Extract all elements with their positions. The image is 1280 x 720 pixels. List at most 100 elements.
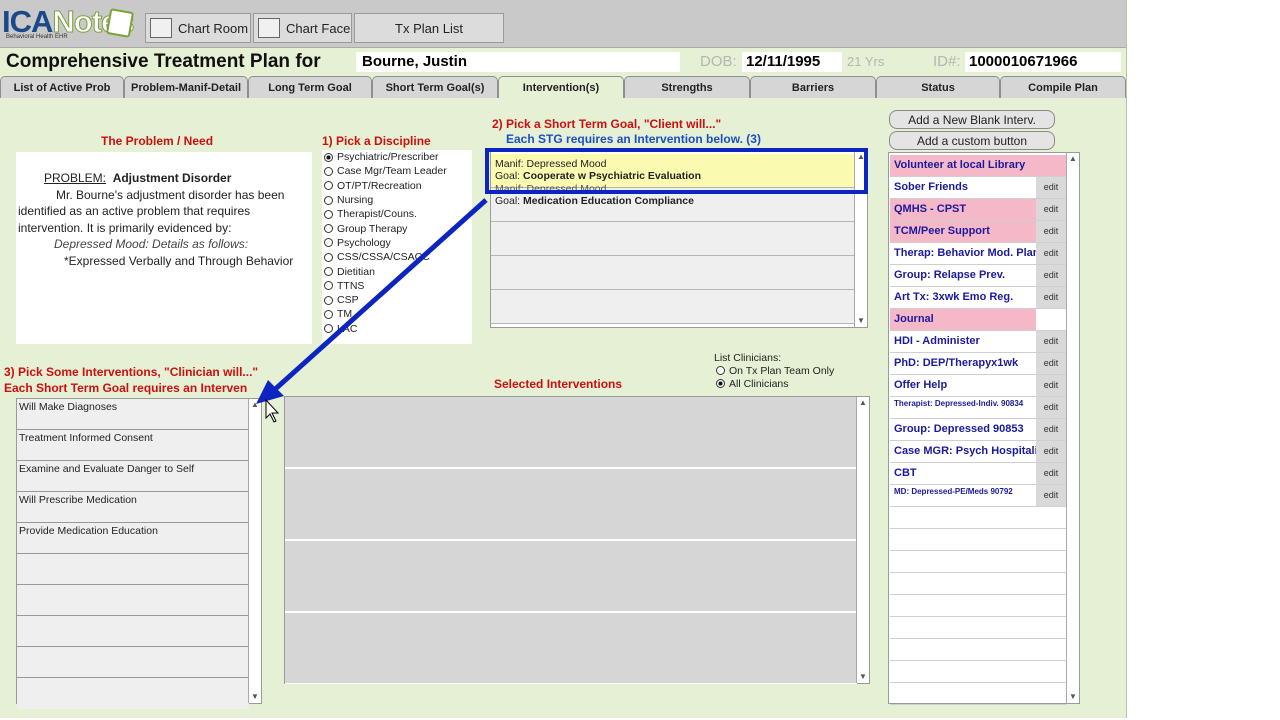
intervention-item[interactable]: Will Make Diagnoses: [17, 399, 249, 430]
edit-button[interactable]: edit: [1036, 199, 1066, 220]
radio-icon[interactable]: [324, 324, 333, 334]
custom-button-empty-row[interactable]: [890, 683, 1066, 705]
custom-intervention-button[interactable]: Therap: Behavior Mod. Plan edit: [890, 243, 1066, 265]
custom-intervention-button[interactable]: HDI - Administer edit: [890, 331, 1066, 353]
custom-button-label[interactable]: Case MGR: Psych Hospitalization: [890, 441, 1036, 462]
stg-empty-row[interactable]: [491, 222, 855, 256]
clinician-option[interactable]: All Clinicians: [714, 377, 834, 390]
custom-button-empty-row[interactable]: [890, 507, 1066, 529]
intervention-empty-row[interactable]: [17, 616, 249, 647]
custom-button-empty-row[interactable]: [890, 573, 1066, 595]
tab-problem-manif-detail[interactable]: Problem-Manif-Detail: [124, 76, 248, 98]
radio-icon[interactable]: [324, 195, 333, 205]
radio-icon[interactable]: [716, 366, 725, 375]
custom-button-empty-row[interactable]: [890, 617, 1066, 639]
selected-intervention-row[interactable]: [285, 469, 857, 540]
discipline-option[interactable]: CSP: [322, 293, 472, 307]
intervention-empty-row[interactable]: [17, 554, 249, 585]
custom-button-label[interactable]: CBT: [890, 463, 1036, 484]
edit-button[interactable]: edit: [1036, 419, 1066, 440]
scroll-down-icon[interactable]: ▼: [1067, 691, 1079, 703]
intervention-item[interactable]: Will Prescribe Medication: [17, 492, 249, 523]
discipline-option[interactable]: Psychology: [322, 236, 472, 250]
custom-intervention-button[interactable]: Sober Friends edit: [890, 177, 1066, 199]
discipline-option[interactable]: TTNS: [322, 279, 472, 293]
intervention-item[interactable]: Provide Medication Education: [17, 523, 249, 554]
custom-button-label[interactable]: Offer Help: [890, 375, 1036, 396]
custom-intervention-button[interactable]: Journal: [890, 309, 1066, 331]
selected-intervention-row[interactable]: [285, 541, 857, 612]
radio-icon[interactable]: [324, 181, 333, 191]
tab-short-term-goals[interactable]: Short Term Goal(s): [372, 76, 498, 98]
custom-button-label[interactable]: Journal: [890, 309, 1036, 330]
scroll-up-icon[interactable]: ▲: [857, 397, 869, 409]
custom-intervention-button[interactable]: Art Tx: 3xwk Emo Reg. edit: [890, 287, 1066, 309]
selected-intervention-row[interactable]: [285, 397, 857, 468]
scroll-up-icon[interactable]: ▲: [249, 399, 261, 411]
clinician-option[interactable]: On Tx Plan Team Only: [714, 364, 834, 377]
custom-intervention-button[interactable]: Volunteer at local Library: [890, 155, 1066, 177]
custom-button-label[interactable]: Group: Depressed 90853: [890, 419, 1036, 440]
scroll-down-icon[interactable]: ▼: [855, 315, 867, 327]
chart-room-button[interactable]: Chart Room: [145, 13, 251, 43]
discipline-option[interactable]: Group Therapy: [322, 221, 472, 235]
scroll-up-icon[interactable]: ▲: [1067, 153, 1079, 165]
selected-intervention-row[interactable]: [285, 613, 857, 684]
edit-button[interactable]: edit: [1036, 331, 1066, 352]
discipline-option[interactable]: CSS/CSSA/CSACC: [322, 250, 472, 264]
discipline-option[interactable]: TM: [322, 307, 472, 321]
discipline-option[interactable]: Case Mgr/Team Leader: [322, 164, 472, 178]
custom-button-label[interactable]: MD: Depressed-PE/Meds 90792: [890, 485, 1036, 506]
discipline-option[interactable]: OT/PT/Recreation: [322, 179, 472, 193]
custom-intervention-button[interactable]: Group: Depressed 90853 edit: [890, 419, 1066, 441]
discipline-option[interactable]: Dietitian: [322, 264, 472, 278]
discipline-option[interactable]: Psychiatric/Prescriber: [322, 150, 472, 164]
edit-button[interactable]: edit: [1036, 265, 1066, 286]
edit-button[interactable]: edit: [1036, 441, 1066, 462]
custom-button-empty-row[interactable]: [890, 529, 1066, 551]
radio-selected-icon[interactable]: [324, 152, 333, 162]
radio-icon[interactable]: [324, 238, 333, 248]
custom-button-label[interactable]: Art Tx: 3xwk Emo Reg.: [890, 287, 1036, 308]
custom-button-label[interactable]: HDI - Administer: [890, 331, 1036, 352]
tab-interventions[interactable]: Intervention(s): [498, 76, 624, 98]
tab-barriers[interactable]: Barriers: [750, 76, 876, 98]
custom-buttons-scrollbar[interactable]: ▲ ▼: [1066, 153, 1079, 703]
scroll-down-icon[interactable]: ▼: [249, 691, 261, 703]
discipline-option[interactable]: Therapist/Couns.: [322, 207, 472, 221]
chart-face-button[interactable]: Chart Face: [253, 13, 352, 43]
custom-button-empty-row[interactable]: [890, 661, 1066, 683]
custom-button-label[interactable]: PhD: DEP/Therapyx1wk: [890, 353, 1036, 374]
edit-button[interactable]: edit: [1036, 375, 1066, 396]
custom-intervention-button[interactable]: QMHS - CPST edit: [890, 199, 1066, 221]
edit-button[interactable]: edit: [1036, 463, 1066, 484]
custom-intervention-button[interactable]: PhD: DEP/Therapyx1wk edit: [890, 353, 1066, 375]
radio-icon[interactable]: [324, 252, 333, 262]
tab-compile-plan[interactable]: Compile Plan: [1000, 76, 1126, 98]
custom-button-label[interactable]: Therapist: Depressed-Indiv. 90834: [890, 397, 1036, 418]
custom-button-label[interactable]: Group: Relapse Prev.: [890, 265, 1036, 286]
custom-intervention-button[interactable]: Therapist: Depressed-Indiv. 90834 edit: [890, 397, 1066, 419]
edit-button[interactable]: edit: [1036, 177, 1066, 198]
radio-icon[interactable]: [324, 281, 333, 291]
custom-button-empty-row[interactable]: [890, 639, 1066, 661]
radio-icon[interactable]: [324, 309, 333, 319]
custom-button-empty-row[interactable]: [890, 595, 1066, 617]
stg-empty-row[interactable]: [491, 290, 855, 324]
custom-button-label[interactable]: Sober Friends: [890, 177, 1036, 198]
intervention-item[interactable]: Examine and Evaluate Danger to Self: [17, 461, 249, 492]
custom-button-label[interactable]: Therap: Behavior Mod. Plan: [890, 243, 1036, 264]
edit-button[interactable]: edit: [1036, 243, 1066, 264]
radio-icon[interactable]: [324, 209, 333, 219]
discipline-option[interactable]: LAC: [322, 322, 472, 336]
edit-button[interactable]: edit: [1036, 221, 1066, 242]
edit-button[interactable]: edit: [1036, 397, 1066, 418]
tab-list-of-active-prob[interactable]: List of Active Prob: [0, 76, 124, 98]
radio-icon[interactable]: [324, 224, 333, 234]
tab-strengths[interactable]: Strengths: [624, 76, 750, 98]
add-blank-intervention-button[interactable]: Add a New Blank Interv.: [889, 110, 1055, 129]
edit-button[interactable]: edit: [1036, 287, 1066, 308]
custom-intervention-button[interactable]: Group: Relapse Prev. edit: [890, 265, 1066, 287]
radio-icon[interactable]: [324, 295, 333, 305]
scroll-down-icon[interactable]: ▼: [857, 671, 869, 683]
